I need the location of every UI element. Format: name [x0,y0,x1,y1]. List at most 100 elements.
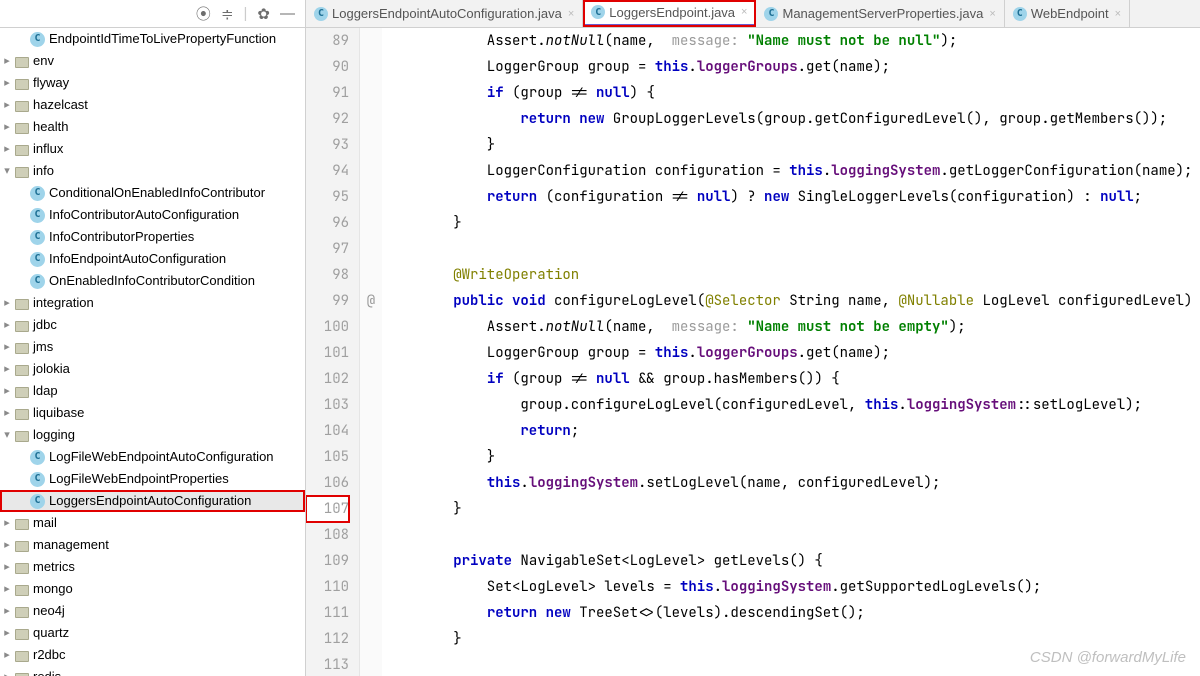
code-line[interactable]: this.loggingSystem.setLogLevel(name, con… [386,470,1200,496]
code-line[interactable]: if (group != null && group.hasMembers())… [386,366,1200,392]
line-number[interactable]: 90 [306,54,349,80]
tree-folder[interactable]: ▸env [0,50,305,72]
line-number[interactable]: 101 [306,340,349,366]
expand-arrow-icon[interactable]: ▸ [0,556,14,578]
code-line[interactable]: } [386,132,1200,158]
tree-folder[interactable]: ▸metrics [0,556,305,578]
code-line[interactable]: public void configureLogLevel(@Selector … [386,288,1200,314]
tree-class[interactable]: CLoggersEndpointAutoConfiguration [0,490,305,512]
line-number[interactable]: 110 [306,574,349,600]
tree-folder[interactable]: ▸flyway [0,72,305,94]
code-line[interactable]: group.configureLogLevel(configuredLevel,… [386,392,1200,418]
code-line[interactable]: if (group != null) { [386,80,1200,106]
code-line[interactable]: return; [386,418,1200,444]
line-number[interactable]: 98 [306,262,349,288]
expand-arrow-icon[interactable]: ▸ [0,380,14,402]
tree-folder[interactable]: ▸management [0,534,305,556]
code-line[interactable]: private NavigableSet<LogLevel> getLevels… [386,548,1200,574]
expand-arrow-icon[interactable]: ▸ [0,578,14,600]
code-line[interactable]: LoggerConfiguration configuration = this… [386,158,1200,184]
close-icon[interactable]: × [568,8,574,20]
code-line[interactable]: } [386,626,1200,652]
line-number[interactable]: 100 [306,314,349,340]
expand-arrow-icon[interactable]: ▸ [0,72,14,94]
line-number[interactable]: 102 [306,366,349,392]
code-line[interactable]: LoggerGroup group = this.loggerGroups.ge… [386,54,1200,80]
line-number[interactable]: 97 [306,236,349,262]
line-number[interactable]: 113 [306,652,349,676]
editor-tab[interactable]: CLoggersEndpointAutoConfiguration.java× [306,0,583,27]
line-number[interactable]: 111 [306,600,349,626]
tree-folder[interactable]: ▸quartz [0,622,305,644]
expand-arrow-icon[interactable]: ▸ [0,314,14,336]
line-number[interactable]: 95 [306,184,349,210]
tree-folder[interactable]: ▸liquibase [0,402,305,424]
tree-class[interactable]: CConditionalOnEnabledInfoContributor [0,182,305,204]
code-line[interactable]: return new GroupLoggerLevels(group.getCo… [386,106,1200,132]
expand-arrow-icon[interactable]: ▸ [0,402,14,424]
tree-class[interactable]: CInfoContributorAutoConfiguration [0,204,305,226]
line-number[interactable]: 96 [306,210,349,236]
expand-arrow-icon[interactable]: ▸ [0,336,14,358]
tree-folder[interactable]: ▸redis [0,666,305,676]
editor-tab[interactable]: CLoggersEndpoint.java× [583,0,756,27]
tree-class[interactable]: CInfoEndpointAutoConfiguration [0,248,305,270]
tree-folder[interactable]: ▸jms [0,336,305,358]
gear-icon[interactable]: ✿ [257,5,270,23]
code-line[interactable]: } [386,496,1200,522]
close-icon[interactable]: × [1115,8,1121,20]
close-icon[interactable]: × [741,6,747,18]
expand-arrow-icon[interactable]: ▸ [0,600,14,622]
close-icon[interactable]: × [989,8,995,20]
tree-folder[interactable]: ▸mail [0,512,305,534]
expand-arrow-icon[interactable]: ▸ [0,358,14,380]
code-line[interactable] [386,652,1200,676]
filter-icon[interactable]: ≑ [221,5,234,23]
tree-folder[interactable]: ▸jdbc [0,314,305,336]
line-number[interactable]: 94 [306,158,349,184]
expand-arrow-icon[interactable]: ▾ [0,424,14,446]
line-number[interactable]: 107 [306,496,349,522]
line-number[interactable]: 112 [306,626,349,652]
expand-arrow-icon[interactable]: ▸ [0,116,14,138]
line-number[interactable]: 105 [306,444,349,470]
line-number[interactable]: 106 [306,470,349,496]
code-line[interactable]: @WriteOperation [386,262,1200,288]
tree-class[interactable]: CEndpointIdTimeToLivePropertyFunction [0,28,305,50]
expand-arrow-icon[interactable]: ▸ [0,94,14,116]
tree-class[interactable]: COnEnabledInfoContributorCondition [0,270,305,292]
tree-folder[interactable]: ▸hazelcast [0,94,305,116]
editor-tab[interactable]: CWebEndpoint× [1005,0,1130,27]
tree-folder[interactable]: ▸neo4j [0,600,305,622]
tree-class[interactable]: CInfoContributorProperties [0,226,305,248]
code-line[interactable]: Assert.notNull(name, message: "Name must… [386,314,1200,340]
code-line[interactable]: Set<LogLevel> levels = this.loggingSyste… [386,574,1200,600]
line-number[interactable]: 99 [306,288,349,314]
expand-arrow-icon[interactable]: ▸ [0,138,14,160]
code-line[interactable]: LoggerGroup group = this.loggerGroups.ge… [386,340,1200,366]
line-number[interactable]: 109 [306,548,349,574]
code-area[interactable]: Assert.notNull(name, message: "Name must… [382,28,1200,676]
code-line[interactable]: return (configuration != null) ? new Sin… [386,184,1200,210]
tree-folder[interactable]: ▸mongo [0,578,305,600]
expand-arrow-icon[interactable]: ▸ [0,292,14,314]
expand-arrow-icon[interactable]: ▸ [0,50,14,72]
tree-class[interactable]: CLogFileWebEndpointAutoConfiguration [0,446,305,468]
expand-arrow-icon[interactable]: ▸ [0,622,14,644]
line-number[interactable]: 92 [306,106,349,132]
tree-folder[interactable]: ▸r2dbc [0,644,305,666]
line-number[interactable]: 91 [306,80,349,106]
line-number[interactable]: 104 [306,418,349,444]
line-number[interactable]: 103 [306,392,349,418]
tree-folder[interactable]: ▸integration [0,292,305,314]
expand-arrow-icon[interactable]: ▾ [0,160,14,182]
editor-tab[interactable]: CManagementServerProperties.java× [756,0,1004,27]
line-number[interactable]: 89 [306,28,349,54]
tree-folder[interactable]: ▾logging [0,424,305,446]
code-line[interactable]: Assert.notNull(name, message: "Name must… [386,28,1200,54]
tree-folder[interactable]: ▾info [0,160,305,182]
expand-arrow-icon[interactable]: ▸ [0,512,14,534]
project-tree[interactable]: CEndpointIdTimeToLivePropertyFunction▸en… [0,28,306,676]
expand-arrow-icon[interactable]: ▸ [0,644,14,666]
code-line[interactable] [386,522,1200,548]
